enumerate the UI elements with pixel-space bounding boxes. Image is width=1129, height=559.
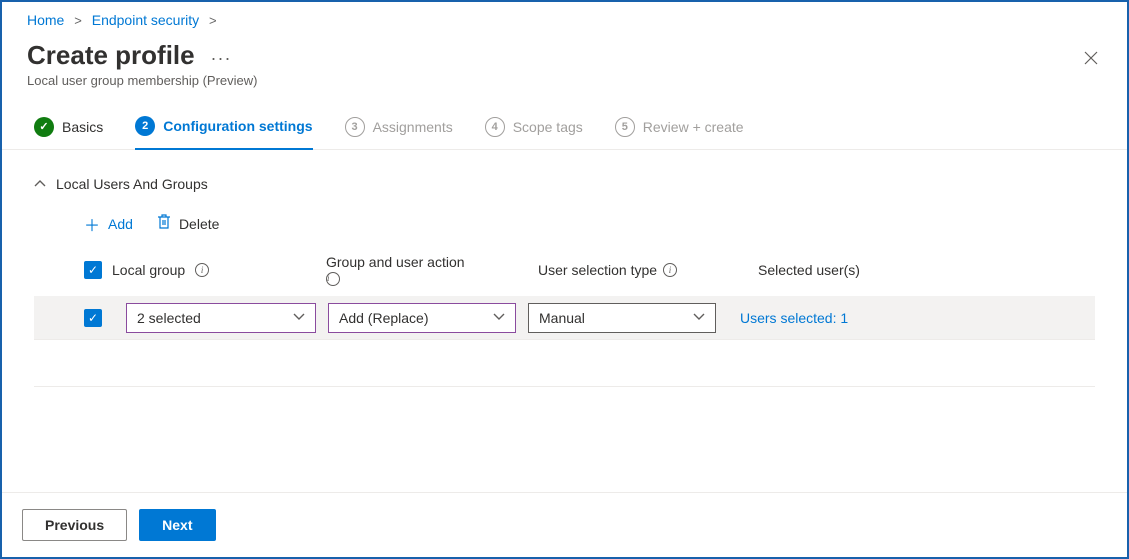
close-button[interactable]: [1083, 50, 1099, 70]
chevron-right-icon: >: [209, 13, 217, 28]
selected-users-link[interactable]: Users selected: 1: [728, 310, 848, 326]
step-label: Assignments: [373, 119, 453, 135]
step-assignments[interactable]: 3 Assignments: [345, 117, 453, 149]
step-scope-tags[interactable]: 4 Scope tags: [485, 117, 583, 149]
add-button[interactable]: ＋ Add: [84, 212, 133, 236]
column-usertype: User selection type: [538, 262, 657, 278]
close-icon: [1083, 50, 1099, 66]
column-selected: Selected user(s): [758, 262, 860, 278]
chevron-down-icon: [693, 312, 705, 324]
add-label: Add: [108, 216, 133, 232]
section-toggle-local-users-groups[interactable]: Local Users And Groups: [34, 170, 1095, 212]
select-all-checkbox[interactable]: ✓: [84, 261, 102, 279]
usertype-dropdown[interactable]: Manual: [528, 303, 716, 333]
info-icon[interactable]: i: [663, 263, 677, 277]
more-actions-button[interactable]: ···: [211, 48, 232, 68]
row-checkbox[interactable]: ✓: [84, 309, 102, 327]
checkmark-icon: ✓: [34, 117, 54, 137]
page-subtitle: Local user group membership (Preview): [27, 73, 1102, 88]
toolbar: ＋ Add Delete: [34, 212, 1095, 254]
delete-label: Delete: [179, 216, 219, 232]
step-number: 3: [345, 117, 365, 137]
step-label: Basics: [62, 119, 103, 135]
dropdown-value: Add (Replace): [339, 310, 429, 326]
table-row: ✓ 2 selected Add (Replace) Manual Users …: [34, 296, 1095, 340]
footer: Previous Next: [2, 492, 1127, 557]
step-label: Scope tags: [513, 119, 583, 135]
columns-header: ✓ Local group i Group and user action i …: [34, 254, 1095, 296]
delete-button[interactable]: Delete: [157, 212, 219, 236]
localgroup-dropdown[interactable]: 2 selected: [126, 303, 316, 333]
chevron-down-icon: [493, 312, 505, 324]
step-number: 5: [615, 117, 635, 137]
step-review-create[interactable]: 5 Review + create: [615, 117, 744, 149]
divider: [34, 386, 1095, 387]
step-configuration-settings[interactable]: 2 Configuration settings: [135, 116, 312, 150]
page-header: Create profile ··· Local user group memb…: [2, 32, 1127, 104]
dropdown-value: 2 selected: [137, 310, 201, 326]
wizard-steps: ✓ Basics 2 Configuration settings 3 Assi…: [2, 104, 1127, 150]
action-dropdown[interactable]: Add (Replace): [328, 303, 516, 333]
step-label: Review + create: [643, 119, 744, 135]
info-icon[interactable]: i: [326, 272, 340, 286]
step-number: 2: [135, 116, 155, 136]
step-basics[interactable]: ✓ Basics: [34, 117, 103, 149]
chevron-right-icon: >: [74, 13, 82, 28]
breadcrumb-home[interactable]: Home: [27, 12, 64, 28]
column-localgroup: Local group: [112, 262, 185, 278]
column-action: Group and user action: [326, 254, 465, 270]
content-area: Local Users And Groups ＋ Add Delete ✓ Lo…: [2, 150, 1127, 360]
step-label: Configuration settings: [163, 118, 312, 134]
breadcrumb: Home > Endpoint security >: [2, 2, 1127, 32]
next-button[interactable]: Next: [139, 509, 215, 541]
previous-button[interactable]: Previous: [22, 509, 127, 541]
page-title: Create profile: [27, 40, 195, 71]
trash-icon: [157, 214, 171, 235]
info-icon[interactable]: i: [195, 263, 209, 277]
chevron-up-icon: [34, 177, 46, 191]
plus-icon: ＋: [84, 212, 100, 236]
breadcrumb-endpoint-security[interactable]: Endpoint security: [92, 12, 199, 28]
chevron-down-icon: [293, 312, 305, 324]
step-number: 4: [485, 117, 505, 137]
section-title: Local Users And Groups: [56, 176, 208, 192]
dropdown-value: Manual: [539, 310, 585, 326]
